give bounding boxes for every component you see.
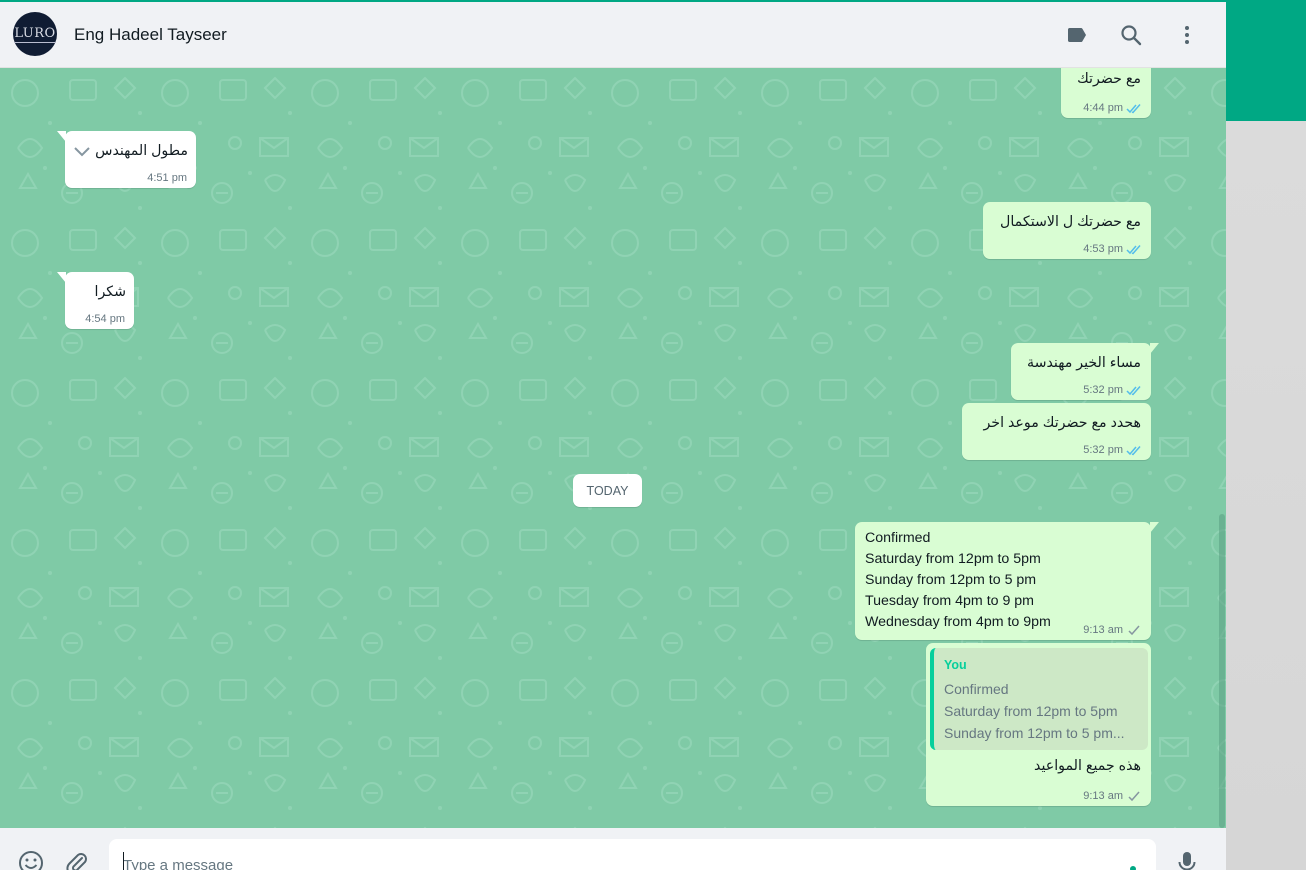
date-divider: TODAY [573, 474, 642, 507]
message-input[interactable] [109, 839, 1156, 870]
message-time: 5:32 pm [1083, 384, 1123, 396]
background-strip [1226, 0, 1306, 870]
message-meta: 4:53 pm [1083, 243, 1142, 255]
message-bubble-incoming[interactable]: مطول المهندس 4:51 pm [57, 131, 196, 188]
message-meta: 4:54 pm [85, 313, 125, 325]
bubble-tail [1150, 522, 1159, 533]
chat-window: LURO Eng Hadeel Tayseer مع حضرتك 4:44 pm… [0, 0, 1226, 870]
text-caret [123, 852, 124, 870]
message-bubble-outgoing[interactable]: Confirmed Saturday from 12pm to 5pm Sund… [855, 522, 1159, 640]
message-time: 4:53 pm [1083, 243, 1123, 255]
message-bubble-outgoing[interactable]: مع حضرتك 4:44 pm [1061, 68, 1151, 118]
message-line: Tuesday from 4pm to 9 pm [865, 593, 1035, 609]
message-time: 5:32 pm [1083, 444, 1123, 456]
quoted-line: Saturday from 12pm to 5pm [944, 703, 1118, 719]
bubble-tail [1150, 343, 1159, 354]
message-meta: 5:32 pm [1083, 384, 1142, 396]
message-time: 9:13 am [1083, 624, 1123, 636]
message-meta: 4:51 pm [147, 172, 187, 184]
message-meta: 4:44 pm [1083, 102, 1142, 114]
double-check-read-icon [1126, 445, 1141, 455]
message-text: هذه جميع المواعيد [1034, 758, 1141, 774]
quoted-author: You [944, 658, 967, 672]
message-bubble-outgoing[interactable]: مساء الخير مهندسة 5:32 pm [1011, 343, 1159, 400]
double-check-read-icon [1126, 103, 1141, 113]
message-bubble-incoming[interactable]: شكرا 4:54 pm [57, 272, 134, 329]
quoted-message[interactable]: You Confirmed Saturday from 12pm to 5pm … [930, 648, 1148, 750]
chat-area[interactable]: مع حضرتك 4:44 pm مطول المهندس 4:51 pm مع… [0, 68, 1226, 828]
contact-name[interactable]: Eng Hadeel Tayseer [74, 25, 227, 45]
microphone-icon[interactable] [1174, 850, 1200, 870]
message-line: Confirmed [865, 530, 931, 546]
quoted-line: Sunday from 12pm to 5 pm... [944, 725, 1125, 741]
search-icon[interactable] [1119, 23, 1143, 47]
message-line: Saturday from 12pm to 5pm [865, 551, 1041, 567]
message-line: Wednesday from 4pm to 9pm [865, 614, 1051, 630]
message-text: مساء الخير مهندسة [1026, 355, 1141, 371]
chat-header: LURO Eng Hadeel Tayseer [0, 2, 1226, 68]
message-text: مع حضرتك ل الاستكمال [1000, 214, 1141, 230]
input-status-dot [1130, 866, 1136, 870]
chat-scrollbar[interactable] [1219, 514, 1225, 828]
message-text: مطول المهندس [95, 143, 188, 159]
chevron-down-icon[interactable] [73, 144, 91, 158]
accent-band [1226, 0, 1306, 121]
label-icon[interactable] [1065, 23, 1089, 47]
attach-icon[interactable] [64, 850, 90, 870]
avatar-logo-text: LURO [14, 25, 56, 43]
double-check-read-icon [1126, 244, 1141, 254]
message-meta: 5:32 pm [1083, 444, 1142, 456]
quoted-line: Confirmed [944, 681, 1009, 697]
single-check-icon [1128, 791, 1140, 801]
single-check-icon [1128, 625, 1140, 635]
message-bubble-outgoing[interactable]: مع حضرتك ل الاستكمال 4:53 pm [983, 202, 1151, 259]
message-line: Sunday from 12pm to 5 pm [865, 572, 1037, 588]
compose-bar [0, 828, 1226, 870]
message-time: 4:51 pm [147, 172, 187, 184]
bubble-tail [57, 131, 66, 142]
avatar[interactable]: LURO [13, 12, 57, 56]
message-text: هحدد مع حضرتك موعد اخر [983, 415, 1141, 431]
double-check-read-icon [1126, 385, 1141, 395]
bubble-tail [57, 272, 66, 283]
message-time: 4:54 pm [85, 313, 125, 325]
menu-icon[interactable] [1175, 23, 1199, 47]
message-meta: 9:13 am [1083, 790, 1142, 802]
message-text: مع حضرتك [1077, 71, 1141, 87]
message-text: شكرا [94, 284, 127, 300]
message-bubble-outgoing[interactable]: You Confirmed Saturday from 12pm to 5pm … [926, 643, 1151, 806]
message-time: 4:44 pm [1083, 102, 1123, 114]
message-meta: 9:13 am [1083, 624, 1142, 636]
message-time: 9:13 am [1083, 790, 1123, 802]
emoji-icon[interactable] [18, 850, 44, 870]
message-bubble-outgoing[interactable]: هحدد مع حضرتك موعد اخر 5:32 pm [962, 403, 1151, 460]
